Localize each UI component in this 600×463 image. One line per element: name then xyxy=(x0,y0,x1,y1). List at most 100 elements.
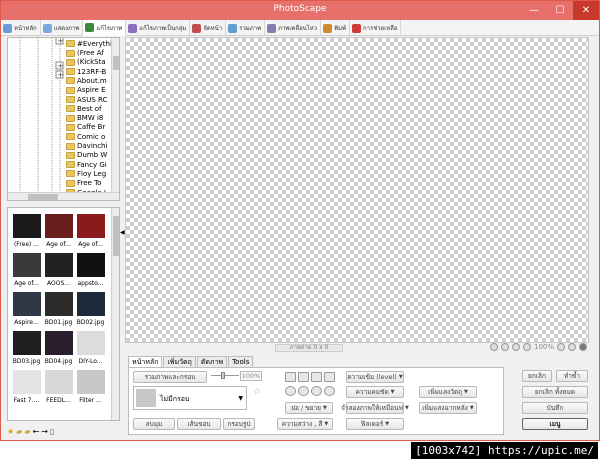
thumbnail-item[interactable]: Age of... xyxy=(75,214,106,252)
tree-horizontal-scrollbar[interactable] xyxy=(8,192,119,200)
rotate-left-icon[interactable] xyxy=(285,372,296,382)
thumbnail-item[interactable]: BD03.jpg xyxy=(11,331,42,369)
undo-all-button[interactable]: ยกเลิก ทั้งหมด xyxy=(522,386,588,398)
tab-5[interactable]: รวมภาพ xyxy=(226,20,266,36)
thumbs-vertical-scrollbar[interactable] xyxy=(111,208,119,420)
zoom-fit-icon[interactable] xyxy=(500,343,509,351)
zoom-out-icon[interactable] xyxy=(568,343,576,351)
folder-icon[interactable]: ▰ xyxy=(24,427,30,436)
frame-select[interactable]: ไม่มีกรอบ ▼ xyxy=(133,386,247,410)
rotate-ccw-icon[interactable] xyxy=(285,386,296,396)
tree-folder-item[interactable]: About.m xyxy=(66,76,107,86)
info-icon[interactable] xyxy=(579,343,587,351)
sharpness-button[interactable]: ความคมชัด ▼ xyxy=(346,386,404,398)
round-button[interactable]: ลบมุม xyxy=(133,418,175,430)
backlight-bg-button[interactable]: เพิ่มแสงฉากหลัง ▼ xyxy=(419,402,477,414)
undo-button[interactable]: ยกเลิก xyxy=(522,370,552,382)
thumbnail-item[interactable]: appsto... xyxy=(75,253,106,291)
image-size-label: ภาพถ่าย 0 x 0 xyxy=(275,344,343,352)
thumbnail-item[interactable]: DIY-Lo... xyxy=(75,331,106,369)
menu-button[interactable]: เมนู xyxy=(522,418,588,430)
tree-folder-item[interactable]: Floy Leg xyxy=(66,169,106,179)
vignette-button[interactable]: จำลองภาพให้เหมือนฟ ▼ xyxy=(341,402,409,414)
fit-screen-icon[interactable] xyxy=(489,343,498,351)
filter-label: ฟิลเตอร์ xyxy=(360,420,384,428)
tab-0[interactable]: หน้าหลัก xyxy=(1,20,41,36)
tab-7[interactable]: พิมพ์ xyxy=(321,20,350,36)
thumbnail-item[interactable]: FEEDL... xyxy=(43,370,74,408)
zoom-in-icon[interactable] xyxy=(557,343,565,351)
tree-folder-item[interactable]: Best of xyxy=(66,104,101,114)
frame-opacity-slider[interactable] xyxy=(211,372,239,379)
close-button[interactable]: ✕ xyxy=(573,1,599,20)
tree-folder-item[interactable]: BMW i8 xyxy=(66,113,103,123)
thumbnail-item[interactable]: Age of... xyxy=(43,214,74,252)
tree-folder-item[interactable]: 123RF-B xyxy=(66,67,106,77)
tree-folder-item[interactable]: Aspire E xyxy=(66,86,106,96)
tree-folder-item[interactable]: Comic o xyxy=(66,132,105,142)
frame-percent-field[interactable]: 100% xyxy=(240,371,262,381)
rotate-cw-icon[interactable] xyxy=(298,386,309,396)
thumbnail-item[interactable]: Filter ... xyxy=(75,370,106,408)
frame-line-button[interactable]: กรอบรูป xyxy=(223,418,255,430)
pan-icon[interactable] xyxy=(522,343,531,351)
thumbnail-item[interactable]: (Free) ... xyxy=(11,214,42,252)
tab-8[interactable]: การช่วยเหลือ xyxy=(350,20,402,36)
margin-button[interactable]: เส้นขอบ xyxy=(177,418,221,430)
tree-folder-item[interactable]: (KickSta xyxy=(66,58,106,68)
rotate-right-icon[interactable] xyxy=(298,372,309,382)
tree-folder-item[interactable]: Free To xyxy=(66,179,101,189)
thumbnail-item[interactable]: Aspire... xyxy=(11,292,42,330)
thumbnail-item[interactable]: Age of... xyxy=(11,253,42,291)
tree-scroll-thumb[interactable] xyxy=(113,56,119,70)
thumbnail-item[interactable]: BD01.jpg xyxy=(43,292,74,330)
zoom-actual-icon[interactable] xyxy=(511,343,520,351)
back-arrow-icon[interactable]: ← xyxy=(32,427,39,436)
refresh-icon[interactable]: ▯ xyxy=(50,427,54,436)
tree-folder-item[interactable]: Davinchi xyxy=(66,141,107,151)
tree-folder-item[interactable]: Dumb W xyxy=(66,151,107,161)
tab-label: ภาพเคลื่อนไหว xyxy=(278,25,318,32)
resize-button[interactable]: ย่อ / ขยาย ▼ xyxy=(285,402,333,414)
tree-vertical-scrollbar[interactable] xyxy=(111,38,119,193)
favorite-star-icon[interactable]: ★ xyxy=(7,427,14,436)
thumbs-scroll-thumb[interactable] xyxy=(113,216,119,256)
tree-folder-item[interactable]: ASUS RC xyxy=(66,95,107,105)
thumbnail-item[interactable]: BD02.jpg xyxy=(75,292,106,330)
bright-color-label: ความสว่าง , สี xyxy=(281,420,323,428)
rotate-180-icon[interactable] xyxy=(311,386,322,396)
straighten-icon[interactable] xyxy=(324,386,335,396)
minimize-button[interactable]: — xyxy=(521,1,547,20)
frame-merge-button[interactable]: รวมภาพและกรอบ xyxy=(133,371,207,383)
folder-icon xyxy=(66,68,75,76)
resize-label: ย่อ / ขยาย xyxy=(291,404,321,412)
backlight-button[interactable]: เพิ่มแสงวัตถุ ▼ xyxy=(419,386,477,398)
save-button[interactable]: บันทึก xyxy=(522,402,588,414)
vignette-label: จำลองภาพให้เหมือนฟ xyxy=(341,404,404,412)
tree-folder-item[interactable]: Fancy Gi xyxy=(66,160,107,170)
thumbnail-item[interactable]: AOOS... xyxy=(43,253,74,291)
maximize-button[interactable]: ☐ xyxy=(547,1,573,20)
flip-horizontal-icon[interactable] xyxy=(311,372,322,382)
tab-3[interactable]: แก้ไขภาพเป็นกลุ่ม xyxy=(126,20,191,36)
thumbnail-item[interactable]: Fast 7.... xyxy=(11,370,42,408)
folder-up-icon[interactable]: ▰ xyxy=(16,427,22,436)
slider-knob[interactable] xyxy=(221,372,225,379)
thumbnail-item[interactable]: BD04.jpg xyxy=(43,331,74,369)
favorite-frame-star-icon[interactable]: ☆ xyxy=(253,387,261,397)
tree-folder-item[interactable]: (Free Af xyxy=(66,48,104,58)
flip-vertical-icon[interactable] xyxy=(324,372,335,382)
forward-arrow-icon[interactable]: → xyxy=(41,427,48,436)
filter-button[interactable]: ฟิลเตอร์ ▼ xyxy=(346,418,404,430)
tab-label: พิมพ์ xyxy=(334,25,346,32)
tree-folder-item[interactable]: Caffe Br xyxy=(66,123,105,133)
level-button[interactable]: ความเข้ม (level) ▼ xyxy=(346,371,404,383)
tab-4[interactable]: จัดหน้า xyxy=(190,20,227,36)
tab-1[interactable]: แสดงภาพ xyxy=(41,20,84,36)
tree-hscroll-thumb[interactable] xyxy=(28,194,58,200)
tab-6[interactable]: ภาพเคลื่อนไหว xyxy=(265,20,322,36)
bright-color-button[interactable]: ความสว่าง , สี ▼ xyxy=(277,418,333,430)
tab-2[interactable]: แก้ไขภาพ xyxy=(83,20,127,36)
redo-button[interactable]: ทำซ้ำ xyxy=(556,370,588,382)
image-canvas[interactable] xyxy=(125,37,589,343)
